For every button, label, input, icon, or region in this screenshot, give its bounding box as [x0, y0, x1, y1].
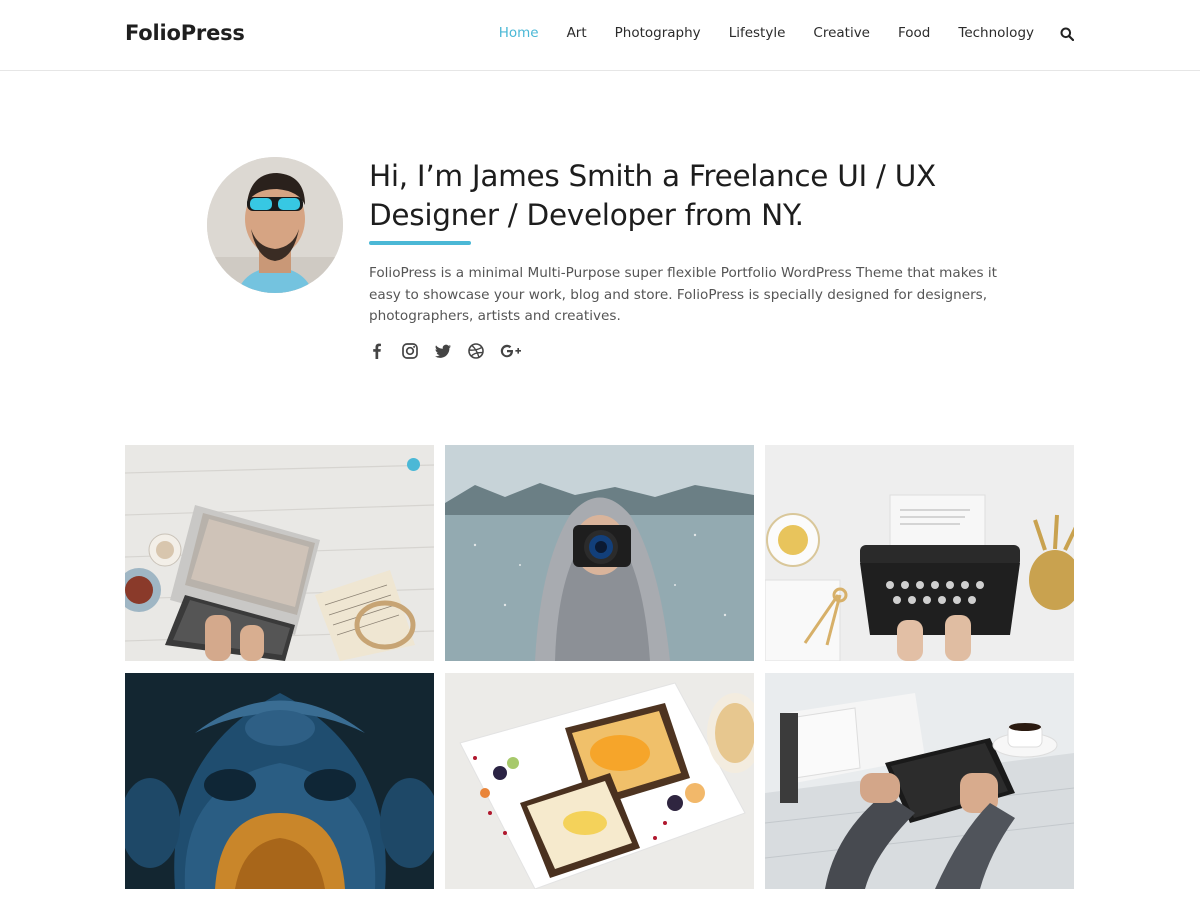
social-links [367, 341, 536, 361]
indicator-dot [407, 458, 420, 471]
tablet-coffee-image [765, 673, 1074, 889]
headline-underline [369, 241, 471, 245]
nav-item-creative[interactable]: Creative [813, 25, 870, 41]
portfolio-tile-laptop-workspace[interactable] [125, 445, 434, 661]
toast-plate-image [445, 673, 754, 889]
portfolio-tile-tablet-coffee[interactable] [765, 673, 1074, 889]
portfolio-tile-ganesha-statue[interactable] [125, 673, 434, 889]
nav-item-lifestyle[interactable]: Lifestyle [729, 25, 786, 41]
nav-item-food[interactable]: Food [898, 25, 930, 41]
photographer-image [445, 445, 754, 661]
dribbble-icon[interactable] [466, 341, 486, 361]
intro-headline: Hi, I’m James Smith a Freelance UI / UX … [369, 159, 936, 232]
search-icon[interactable] [1060, 26, 1075, 42]
laptop-workspace-image [125, 445, 434, 661]
ganesha-image [125, 673, 434, 889]
portfolio-tile-photographer-in-snow[interactable] [445, 445, 754, 661]
instagram-icon[interactable] [400, 341, 420, 361]
google-plus-icon[interactable] [499, 341, 523, 361]
portfolio-tile-toast-plate[interactable] [445, 673, 754, 889]
nav-item-technology[interactable]: Technology [958, 25, 1034, 41]
nav-item-art[interactable]: Art [567, 25, 587, 41]
typewriter-image [765, 445, 1074, 661]
portfolio-tile-typewriter[interactable] [765, 445, 1074, 661]
site-logo[interactable]: FolioPress [125, 21, 245, 45]
site-header: FolioPress Home Art Photography Lifestyl… [0, 0, 1200, 71]
twitter-icon[interactable] [433, 341, 453, 361]
main-nav: Home Art Photography Lifestyle Creative … [471, 25, 1075, 42]
facebook-icon[interactable] [367, 341, 387, 361]
nav-item-photography[interactable]: Photography [615, 25, 701, 41]
nav-item-home[interactable]: Home [499, 25, 539, 41]
intro-text: FolioPress is a minimal Multi-Purpose su… [369, 265, 997, 324]
avatar [207, 157, 343, 293]
